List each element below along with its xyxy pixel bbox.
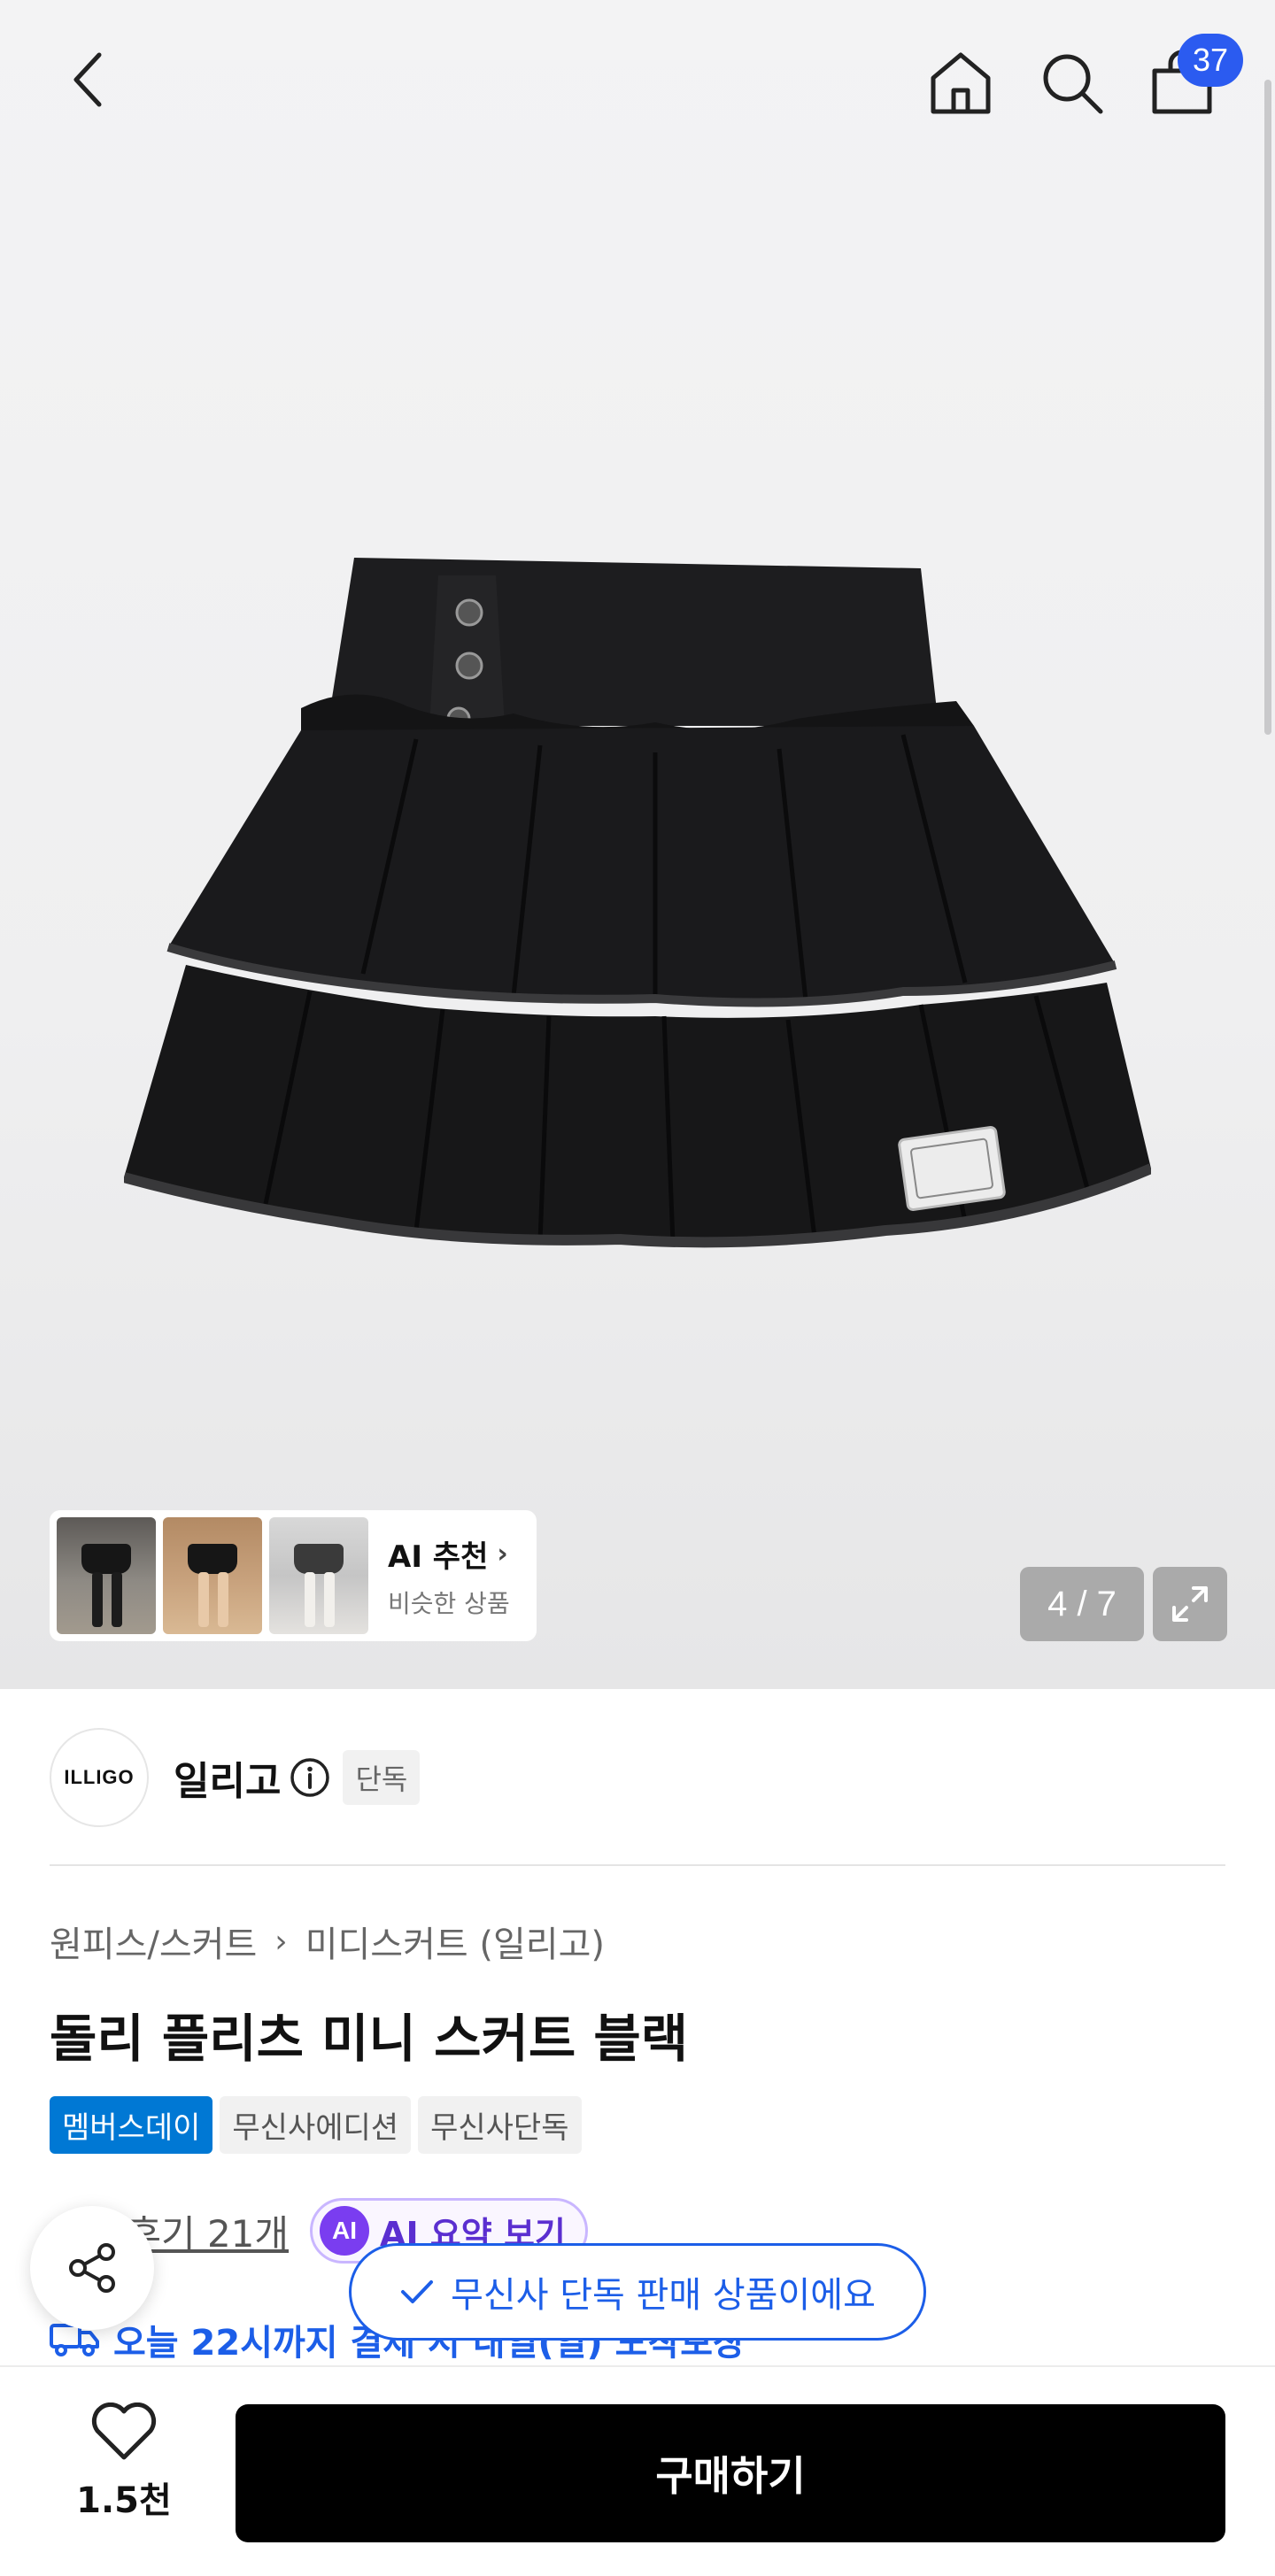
image-counter: 4 / 7 [1020,1567,1144,1641]
like-count: 1.5천 [76,2480,172,2521]
badge-musinsa-exclusive: 무신사단독 [418,2096,582,2154]
info-icon[interactable] [290,1757,330,1798]
top-navigation: 37 [0,0,1275,159]
home-button[interactable] [921,42,1001,122]
product-title: 돌리 플리츠 미니 스커트 블랙 [50,2009,689,2069]
scrollbar[interactable] [1264,80,1271,735]
badge-members-day: 멤버스데이 [50,2096,213,2154]
ai-recommend-subtitle: 비슷한 상품 [388,1588,510,1618]
home-icon [931,52,991,114]
breadcrumb-subcategory[interactable]: 미디스커트 (일리고) [305,1916,605,1967]
product-image-gallery[interactable]: 37 AI 추천 › 비슷한 상품 4 / 7 [0,0,1275,1689]
brand-row[interactable]: ILLIGO 일리고 단독 [50,1726,1225,1828]
heart-icon [91,2402,157,2460]
product-badges: 멤버스데이 무신사에디션 무신사단독 [50,2096,589,2154]
search-icon [1043,54,1103,114]
back-button[interactable] [53,44,124,115]
expand-button[interactable] [1153,1567,1227,1641]
exclusive-tag: 단독 [343,1749,421,1805]
share-button[interactable] [30,2206,154,2330]
exclusive-toast: 무신사 단독 판매 상품이에요 [349,2243,926,2341]
ai-recommend-card[interactable]: AI 추천 › 비슷한 상품 [50,1510,537,1641]
chevron-right-icon: › [497,1538,508,1570]
cart-count-badge: 37 [1178,34,1243,87]
bottom-action-bar: 1.5천 구매하기 [0,2365,1275,2576]
chevron-right-icon: › [274,1923,288,1960]
brand-name[interactable]: 일리고 [174,1749,281,1806]
ai-recommend-title: AI 추천 [388,1539,489,1575]
product-image[interactable] [124,549,1151,1292]
ai-summary-icon: AI [320,2206,370,2256]
badge-musinsa-edition: 무신사에디션 [220,2096,412,2154]
recommend-thumbnail[interactable] [57,1517,156,1634]
buy-button[interactable]: 구매하기 [236,2404,1225,2542]
back-icon [73,52,102,107]
toast-message: 무신사 단독 판매 상품이에요 [451,2275,876,2316]
brand-logo[interactable]: ILLIGO [50,1727,149,1827]
recommend-thumbnail[interactable] [163,1517,262,1634]
search-button[interactable] [1032,42,1111,122]
divider [50,1864,1225,1866]
share-icon [69,2243,115,2293]
breadcrumb: 원피스/스커트 › 미디스커트 (일리고) [50,1916,605,1967]
like-button[interactable]: 1.5천 [53,2402,195,2535]
breadcrumb-category[interactable]: 원피스/스커트 [50,1916,257,1967]
check-icon [401,2280,434,2303]
expand-icon [1172,1586,1208,1622]
ai-recommend-text: AI 추천 › 비슷한 상품 [388,1532,510,1620]
recommend-thumbnail[interactable] [269,1517,368,1634]
